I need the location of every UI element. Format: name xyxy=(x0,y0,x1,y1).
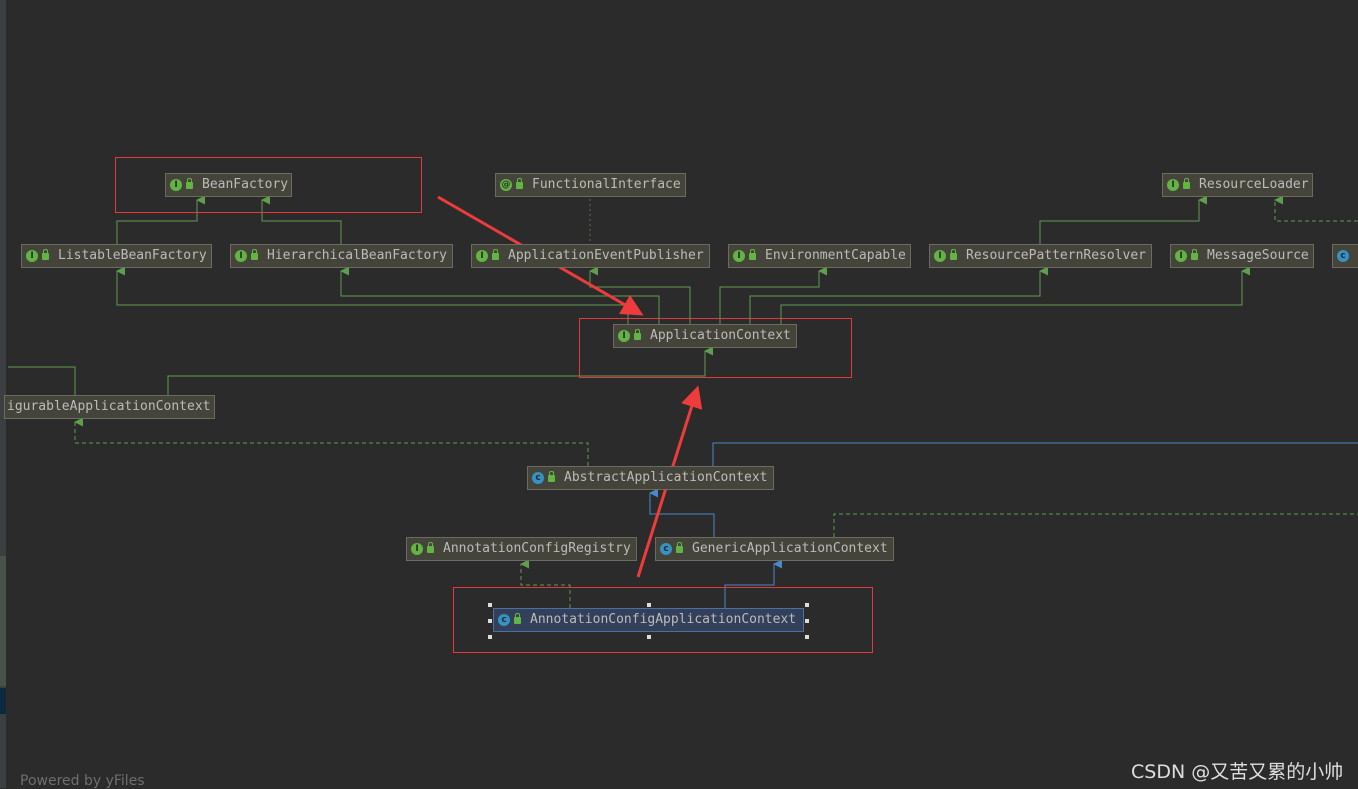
node-label: ResourcePatternResolver xyxy=(966,248,1147,263)
edge-generic-to-abstract xyxy=(649,488,715,537)
node-configurable-application-context[interactable]: igurableApplicationContext xyxy=(4,395,215,419)
node-label: AnnotationConfigApplicationContext xyxy=(530,612,797,627)
edge-resourcepattern-to-resourceloader xyxy=(1039,195,1208,244)
class-icon: c xyxy=(498,614,510,626)
node-label: ListableBeanFactory xyxy=(58,248,207,263)
node-label: AnnotationConfigRegistry xyxy=(443,541,631,556)
edge-layer xyxy=(8,195,1358,608)
abstract-class-icon: c xyxy=(532,472,544,484)
lock-icon xyxy=(1191,249,1198,260)
node-label: MessageSource xyxy=(1207,248,1309,263)
node-label: HierarchicalBeanFactory xyxy=(267,248,448,263)
lock-icon xyxy=(514,613,521,624)
annotation-icon: @ xyxy=(500,179,512,191)
interface-icon: I xyxy=(411,543,423,555)
edge-abstract-right xyxy=(712,442,1358,466)
edge-appctx-to-listable xyxy=(116,266,629,324)
node-label: ApplicationContext xyxy=(650,328,791,343)
node-abstract-application-context[interactable]: c AbstractApplicationContext xyxy=(527,466,774,490)
resize-handle-nw[interactable] xyxy=(488,603,492,607)
node-environment-capable[interactable]: I EnvironmentCapable xyxy=(728,244,911,268)
lock-icon xyxy=(749,249,756,260)
lock-icon xyxy=(950,249,957,260)
edge-abstract-to-configurable xyxy=(74,417,589,466)
node-annotation-config-registry[interactable]: I AnnotationConfigRegistry xyxy=(406,537,637,561)
interface-icon: I xyxy=(26,250,38,262)
class-icon: c xyxy=(660,543,672,555)
interface-icon: I xyxy=(934,250,946,262)
interface-icon: I xyxy=(1167,179,1179,191)
node-resource-pattern-resolver[interactable]: I ResourcePatternResolver xyxy=(929,244,1152,268)
resize-handle-sw[interactable] xyxy=(488,635,492,639)
node-listable-bean-factory[interactable]: I ListableBeanFactory xyxy=(21,244,212,268)
lock-icon xyxy=(42,249,49,260)
lock-icon xyxy=(516,178,523,189)
node-label: ApplicationEventPublisher xyxy=(508,248,704,263)
interface-icon: I xyxy=(235,250,247,262)
node-label: AbstractApplicationContext xyxy=(564,470,768,485)
lock-icon xyxy=(427,542,434,553)
edge-generic-dashed-right xyxy=(833,513,1358,537)
interface-icon: I xyxy=(170,179,182,191)
lock-icon xyxy=(634,329,641,340)
edge-appctx-to-messagesource xyxy=(780,266,1251,324)
resize-handle-se[interactable] xyxy=(805,635,809,639)
resize-handle-s[interactable] xyxy=(647,635,651,639)
node-application-event-publisher[interactable]: I ApplicationEventPublisher xyxy=(471,244,710,268)
node-generic-application-context[interactable]: c GenericApplicationContext xyxy=(655,537,894,561)
lock-icon xyxy=(186,178,193,189)
node-functional-interface[interactable]: @ FunctionalInterface xyxy=(495,173,686,197)
node-hierarchical-bean-factory[interactable]: I HierarchicalBeanFactory xyxy=(230,244,453,268)
watermark: CSDN @又苦又累的小帅 xyxy=(1131,761,1344,783)
edge-resourceloader-dashed xyxy=(1274,195,1358,222)
interface-icon: I xyxy=(476,250,488,262)
resize-handle-n[interactable] xyxy=(647,603,651,607)
node-message-source[interactable]: I MessageSource xyxy=(1170,244,1314,268)
resize-handle-w[interactable] xyxy=(488,619,492,623)
resize-handle-e[interactable] xyxy=(805,619,809,623)
node-bean-factory[interactable]: I BeanFactory xyxy=(165,173,292,197)
edge-appctx-to-publisher xyxy=(589,266,691,324)
resize-handle-ne[interactable] xyxy=(805,603,809,607)
lock-icon xyxy=(676,542,683,553)
node-label: EnvironmentCapable xyxy=(765,248,906,263)
lock-icon xyxy=(1183,178,1190,189)
node-label: igurableApplicationContext xyxy=(7,399,211,414)
node-offscreen-class[interactable]: c xyxy=(1332,244,1358,268)
node-annotation-config-application-context[interactable]: c AnnotationConfigApplicationContext xyxy=(493,608,804,632)
class-icon: c xyxy=(1337,250,1349,262)
edge-appctx-to-resourcepattern xyxy=(749,266,1049,324)
edge-appctx-to-environment xyxy=(719,266,828,324)
node-label: ResourceLoader xyxy=(1199,177,1309,192)
interface-icon: I xyxy=(618,330,630,342)
node-application-context[interactable]: I ApplicationContext xyxy=(613,324,797,348)
lock-icon xyxy=(492,249,499,260)
edge-configurable-left xyxy=(8,366,76,395)
interface-icon: I xyxy=(733,250,745,262)
interface-icon: I xyxy=(1175,250,1187,262)
powered-by-text: Powered by yFiles xyxy=(20,773,145,789)
node-label: GenericApplicationContext xyxy=(692,541,888,556)
lock-icon xyxy=(251,249,258,260)
node-label: BeanFactory xyxy=(202,177,289,192)
lock-icon xyxy=(548,471,555,482)
node-resource-loader[interactable]: I ResourceLoader xyxy=(1162,173,1313,197)
node-label: FunctionalInterface xyxy=(532,177,681,192)
